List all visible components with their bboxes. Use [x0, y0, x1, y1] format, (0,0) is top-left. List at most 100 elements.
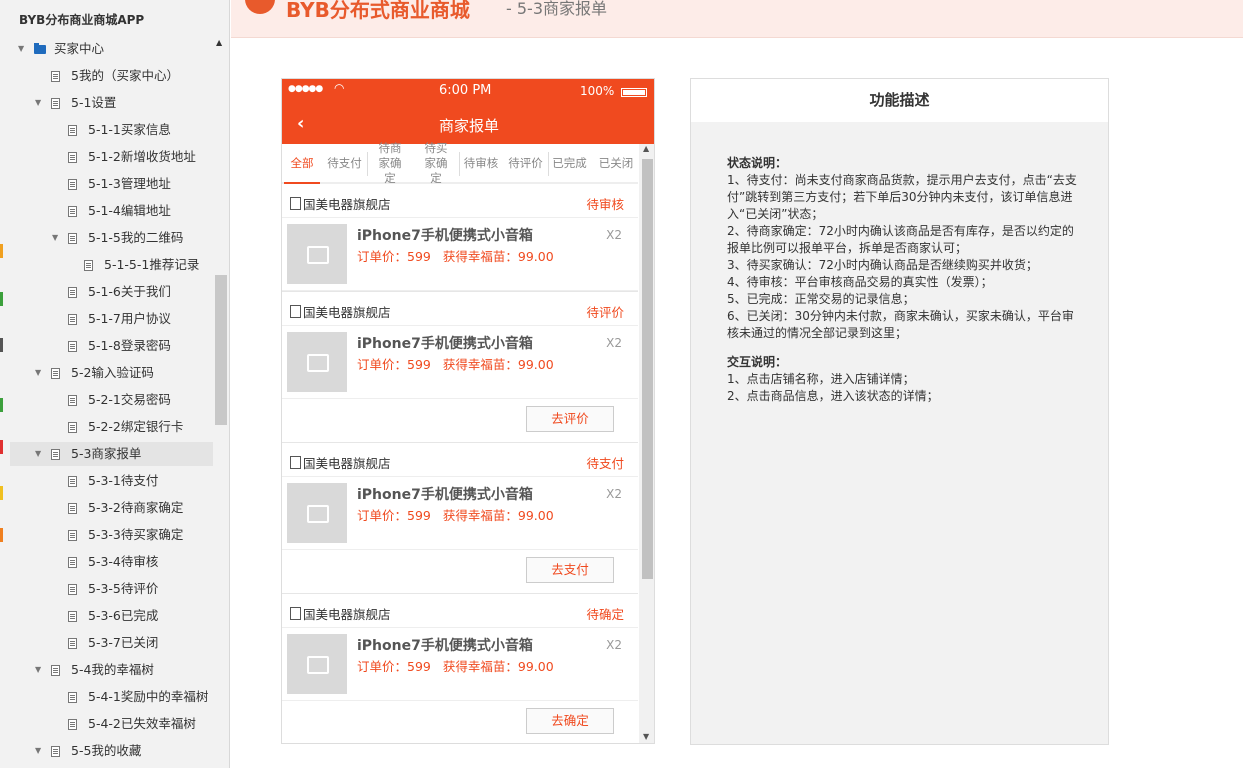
tab-4[interactable]: 待买家确定	[414, 141, 458, 185]
sitemap-item-label: 5-1-1买家信息	[88, 122, 171, 137]
tab-3[interactable]: 待商家确定	[368, 141, 412, 185]
sitemap-item[interactable]: ▼ 买家中心	[10, 37, 213, 61]
nav-bar: ‹ 商家报单	[282, 104, 654, 144]
sitemap-item-label: 5-1-5-1推荐记录	[104, 257, 200, 272]
shop-row[interactable]: 国美电器旗舰店 待确定	[282, 594, 638, 628]
expand-arrow-icon[interactable]: ▼	[52, 226, 62, 250]
sitemap-scroll-up-icon[interactable]: ▲	[216, 38, 222, 47]
shop-row[interactable]: 国美电器旗舰店 待审核	[282, 184, 638, 218]
shop-name[interactable]: 国美电器旗舰店	[290, 302, 391, 321]
product-qty: X2	[606, 487, 622, 501]
sitemap-item[interactable]: 5-1-3管理地址	[10, 172, 213, 196]
sitemap-item-label: 5-1-4编辑地址	[88, 203, 171, 218]
sitemap-item[interactable]: 5-3-1待支付	[10, 469, 213, 493]
order-action-button[interactable]: 去评价	[526, 406, 614, 432]
status-bar: ●●●●● ◠ 6:00 PM 100%	[282, 79, 654, 104]
sitemap-item-label: 5-1-7用户协议	[88, 311, 171, 326]
tab-1[interactable]: 全部	[284, 144, 320, 184]
logo-text: BYB分布式商业商城	[286, 0, 470, 22]
shop-row[interactable]: 国美电器旗舰店 待评价	[282, 292, 638, 326]
sitemap-item[interactable]: ▼ 5-2输入验证码	[10, 361, 213, 385]
sitemap-item[interactable]: ▼ 5-5我的收藏	[10, 739, 213, 763]
page-icon	[51, 71, 60, 82]
sitemap-item[interactable]: 5-3-4待审核	[10, 550, 213, 574]
sitemap-item[interactable]: 5-1-8登录密码	[10, 334, 213, 358]
sitemap-scrollbar[interactable]	[215, 275, 227, 425]
sitemap-item[interactable]: 5-3-5待评价	[10, 577, 213, 601]
scroll-up-icon[interactable]: ▲	[643, 144, 649, 153]
product-image-icon[interactable]	[287, 483, 347, 543]
description-body: 状态说明： 1、待支付：尚未支付商家商品货款，提示用户去支付，点击“去支付”跳转…	[727, 155, 1077, 405]
tab-7[interactable]: 已完成	[549, 144, 590, 182]
sitemap-item[interactable]: 5-3-3待买家确定	[10, 523, 213, 547]
page-icon	[68, 233, 77, 244]
shop-row[interactable]: 国美电器旗舰店 待支付	[282, 443, 638, 477]
interaction-heading: 交互说明：	[727, 355, 788, 369]
sitemap-item[interactable]: 5-1-7用户协议	[10, 307, 213, 331]
expand-arrow-icon[interactable]: ▼	[35, 442, 45, 466]
sitemap-item[interactable]: 5-3-2待商家确定	[10, 496, 213, 520]
order-action-button[interactable]: 去确定	[526, 708, 614, 734]
status-line: 1、待支付：尚未支付商家商品货款，提示用户去支付，点击“去支付”跳转到第三方支付…	[727, 173, 1077, 221]
product-image-icon[interactable]	[287, 634, 347, 694]
tab-2[interactable]: 待支付	[323, 144, 366, 182]
sitemap-item-label: 5-1-5我的二维码	[88, 230, 184, 245]
sitemap-item[interactable]: ▼ 5-4我的幸福树	[10, 658, 213, 682]
order-list: 国美电器旗舰店 待审核 iPhone7手机便携式小音箱 X2 订单价：599 获得幸福苗：…	[282, 184, 638, 743]
sitemap-item[interactable]: 5-4-2已失效幸福树	[10, 712, 213, 736]
page-icon	[68, 422, 77, 433]
sitemap-item[interactable]: ▼ 5-3商家报单	[10, 442, 213, 466]
expand-arrow-icon[interactable]: ▼	[35, 658, 45, 682]
reward: 获得幸福苗：99.00	[442, 659, 554, 674]
sitemap-item-label: 5-3-2待商家确定	[88, 500, 184, 515]
shop-name[interactable]: 国美电器旗舰店	[290, 453, 391, 472]
product-image-icon[interactable]	[287, 332, 347, 392]
phone-scrollbar[interactable]: ▲ ▼	[639, 144, 654, 743]
tab-label: 已关闭	[598, 155, 634, 170]
product-row[interactable]: iPhone7手机便携式小音箱 X2 订单价：599 获得幸福苗：99.00	[282, 218, 638, 291]
product-image-icon[interactable]	[287, 224, 347, 284]
sitemap-item[interactable]: ▼ 5-1-5我的二维码	[10, 226, 213, 250]
sitemap-item-label: 5-2输入验证码	[71, 365, 154, 380]
sitemap-item[interactable]: 5-1-5-1推荐记录	[10, 253, 213, 277]
sitemap-item[interactable]: 5-3-6已完成	[10, 604, 213, 628]
product-row[interactable]: iPhone7手机便携式小音箱 X2 订单价：599 获得幸福苗：99.00	[282, 477, 638, 550]
page-icon	[51, 449, 60, 460]
expand-arrow-icon[interactable]: ▼	[35, 361, 45, 385]
sitemap-item[interactable]: 5我的（买家中心）	[10, 64, 213, 88]
sitemap-item[interactable]: 5-1-6关于我们	[10, 280, 213, 304]
product-row[interactable]: iPhone7手机便携式小音箱 X2 订单价：599 获得幸福苗：99.00	[282, 326, 638, 399]
expand-arrow-icon[interactable]: ▼	[35, 91, 45, 115]
shop-name[interactable]: 国美电器旗舰店	[290, 194, 391, 213]
shop-name[interactable]: 国美电器旗舰店	[290, 604, 391, 623]
order-state: 待确定	[586, 607, 624, 622]
logo-icon	[245, 0, 275, 14]
tab-5[interactable]: 待审核	[460, 144, 502, 182]
product-qty: X2	[606, 228, 622, 242]
sitemap-item[interactable]: 5-2-1交易密码	[10, 388, 213, 412]
product-qty: X2	[606, 336, 622, 350]
order-action-button[interactable]: 去支付	[526, 557, 614, 583]
sitemap-item-label: 5-3-5待评价	[88, 581, 159, 596]
tab-8[interactable]: 已关闭	[594, 144, 638, 182]
product-name: iPhone7手机便携式小音箱	[357, 228, 533, 244]
tab-label: 待评价	[508, 155, 543, 170]
status-line: 5、已完成：正常交易的记录信息；	[727, 292, 915, 306]
sitemap-item-label: 5-4-2已失效幸福树	[88, 716, 196, 731]
scroll-down-icon[interactable]: ▼	[643, 732, 649, 741]
expand-arrow-icon[interactable]: ▼	[18, 37, 28, 61]
sitemap-item[interactable]: 5-1-2新增收货地址	[10, 145, 213, 169]
page-icon	[68, 152, 77, 163]
scroll-thumb[interactable]	[642, 159, 653, 579]
tab-6[interactable]: 待评价	[504, 144, 547, 182]
sitemap-item[interactable]: 5-2-2绑定银行卡	[10, 415, 213, 439]
product-row[interactable]: iPhone7手机便携式小音箱 X2 订单价：599 获得幸福苗：99.00	[282, 628, 638, 701]
sitemap-item[interactable]: 5-1-1买家信息	[10, 118, 213, 142]
expand-arrow-icon[interactable]: ▼	[35, 739, 45, 763]
action-row: 去评价	[282, 399, 638, 442]
sitemap-item[interactable]: 5-1-4编辑地址	[10, 199, 213, 223]
sitemap-item[interactable]: ▼ 5-1设置	[10, 91, 213, 115]
sitemap-item[interactable]: 5-3-7已关闭	[10, 631, 213, 655]
sitemap-item[interactable]: 5-4-1奖励中的幸福树	[10, 685, 213, 709]
sitemap-item-label: 5-1设置	[71, 95, 117, 110]
